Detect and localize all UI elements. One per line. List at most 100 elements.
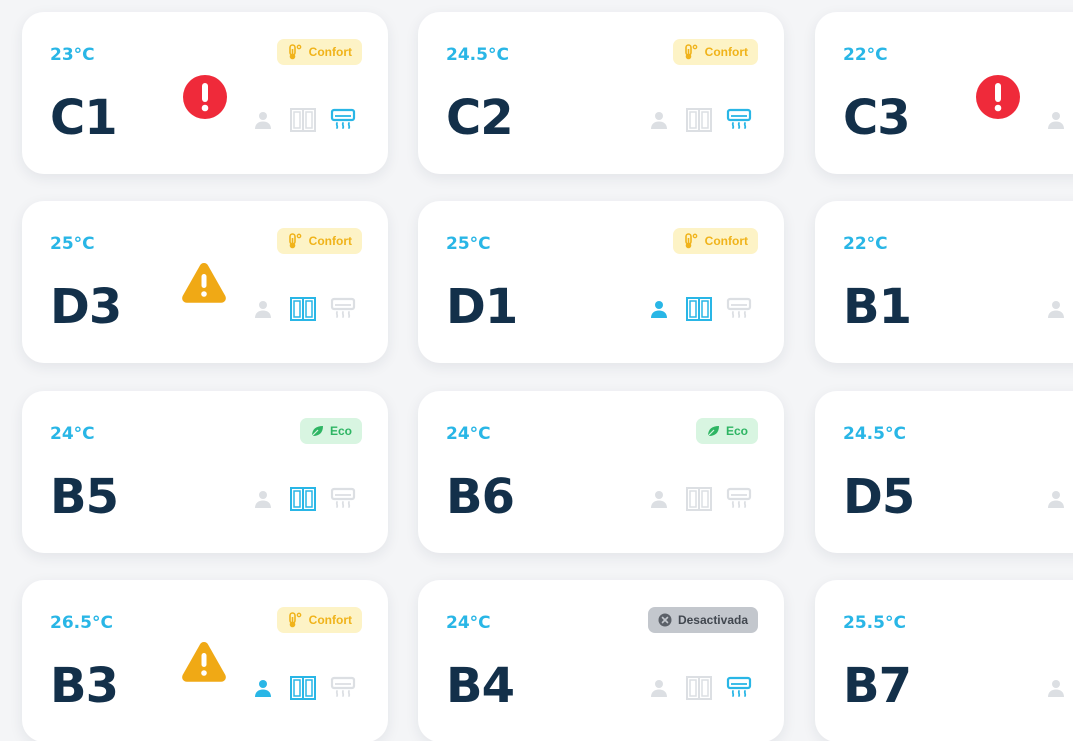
thermometer-icon — [287, 233, 303, 249]
room-card-c1[interactable]: 23°C C1 Confort — [22, 12, 388, 174]
air-conditioner-icon — [726, 487, 752, 511]
window-icon — [290, 487, 316, 511]
mode-badge-label: Confort — [308, 234, 352, 248]
occupancy-icon — [1043, 297, 1069, 321]
room-status-icons — [646, 486, 752, 512]
mode-badge-label: Eco — [725, 424, 748, 438]
room-name: B4 — [446, 658, 515, 714]
room-temperature: 22°C — [843, 234, 888, 254]
leaf-icon — [310, 424, 324, 438]
room-temperature: 24°C — [446, 613, 491, 633]
thermometer-icon — [683, 44, 699, 60]
mode-badge: Confort — [276, 607, 362, 633]
room-name: B1 — [843, 279, 912, 335]
room-card-d1[interactable]: 25°C D1 Confort — [418, 201, 784, 363]
mode-badge-label: Desactivada — [677, 613, 748, 627]
room-name: C3 — [843, 90, 911, 146]
room-temperature: 26.5°C — [50, 613, 113, 633]
room-name: C1 — [50, 90, 118, 146]
error-alert-icon[interactable] — [182, 74, 228, 120]
room-temperature: 24°C — [446, 424, 491, 444]
room-status-icons — [646, 675, 752, 701]
occupancy-icon — [250, 487, 276, 511]
mode-badge-label: Confort — [704, 234, 748, 248]
room-card-c3[interactable]: 22°C C3 — [815, 12, 1073, 174]
room-status-icons — [250, 296, 356, 322]
mode-badge-label: Confort — [704, 45, 748, 59]
occupancy-icon — [646, 487, 672, 511]
occupancy-icon — [250, 108, 276, 132]
occupancy-icon — [646, 676, 672, 700]
mode-badge-label: Confort — [308, 45, 352, 59]
room-temperature: 23°C — [50, 45, 95, 65]
mode-badge-label: Confort — [308, 613, 352, 627]
close-circle-icon — [658, 613, 672, 627]
thermometer-icon — [683, 233, 699, 249]
mode-badge: Confort — [672, 228, 758, 254]
air-conditioner-icon — [330, 487, 356, 511]
room-temperature: 25°C — [50, 234, 95, 254]
room-temperature: 24°C — [50, 424, 95, 444]
window-icon — [686, 676, 712, 700]
room-status-icons — [1043, 486, 1073, 512]
room-card-d3[interactable]: 25°C D3 Confort — [22, 201, 388, 363]
occupancy-icon — [646, 297, 672, 321]
room-name: D1 — [446, 279, 518, 335]
mode-badge: Confort — [672, 39, 758, 65]
mode-badge-label: Eco — [329, 424, 352, 438]
room-status-icons — [250, 675, 356, 701]
occupancy-icon — [1043, 487, 1069, 511]
warning-alert-icon[interactable] — [180, 640, 226, 686]
room-name: B7 — [843, 658, 912, 714]
room-status-icons — [1043, 675, 1073, 701]
room-temperature: 24.5°C — [446, 45, 509, 65]
room-grid: 23°C C1 Confort 24.5°C C2 Confort 22°C C3 2… — [0, 0, 1073, 741]
room-status-icons — [646, 296, 752, 322]
window-icon — [686, 487, 712, 511]
window-icon — [686, 108, 712, 132]
window-icon — [290, 108, 316, 132]
room-status-icons — [646, 107, 752, 133]
window-icon — [290, 676, 316, 700]
air-conditioner-icon — [726, 297, 752, 321]
air-conditioner-icon — [330, 297, 356, 321]
air-conditioner-icon — [330, 108, 356, 132]
window-icon — [290, 297, 316, 321]
room-status-icons — [250, 107, 356, 133]
warning-alert-icon[interactable] — [180, 261, 226, 307]
room-name: B3 — [50, 658, 119, 714]
occupancy-icon — [1043, 108, 1069, 132]
mode-badge: Desactivada — [647, 607, 758, 633]
room-status-icons — [1043, 296, 1073, 322]
room-status-icons — [250, 486, 356, 512]
window-icon — [686, 297, 712, 321]
room-card-b4[interactable]: 24°C B4 Desactivada — [418, 580, 784, 741]
room-card-b3[interactable]: 26.5°C B3 Confort — [22, 580, 388, 741]
room-name: C2 — [446, 90, 514, 146]
room-card-b6[interactable]: 24°C B6 Eco — [418, 391, 784, 553]
room-temperature: 22°C — [843, 45, 888, 65]
occupancy-icon — [646, 108, 672, 132]
room-name: B6 — [446, 469, 515, 525]
mode-badge: Confort — [276, 228, 362, 254]
room-card-b5[interactable]: 24°C B5 Eco — [22, 391, 388, 553]
leaf-icon — [706, 424, 720, 438]
air-conditioner-icon — [726, 108, 752, 132]
occupancy-icon — [250, 676, 276, 700]
mode-badge: Eco — [695, 418, 758, 444]
room-card-d5[interactable]: 24.5°C D5 — [815, 391, 1073, 553]
air-conditioner-icon — [330, 676, 356, 700]
room-card-b7[interactable]: 25.5°C B7 — [815, 580, 1073, 741]
error-alert-icon[interactable] — [975, 74, 1021, 120]
room-card-c2[interactable]: 24.5°C C2 Confort — [418, 12, 784, 174]
room-card-b1[interactable]: 22°C B1 — [815, 201, 1073, 363]
mode-badge: Eco — [299, 418, 362, 444]
room-name: D3 — [50, 279, 122, 335]
room-name: B5 — [50, 469, 119, 525]
occupancy-icon — [1043, 676, 1069, 700]
room-status-icons — [1043, 107, 1073, 133]
room-temperature: 25.5°C — [843, 613, 906, 633]
air-conditioner-icon — [726, 676, 752, 700]
room-temperature: 24.5°C — [843, 424, 906, 444]
room-temperature: 25°C — [446, 234, 491, 254]
